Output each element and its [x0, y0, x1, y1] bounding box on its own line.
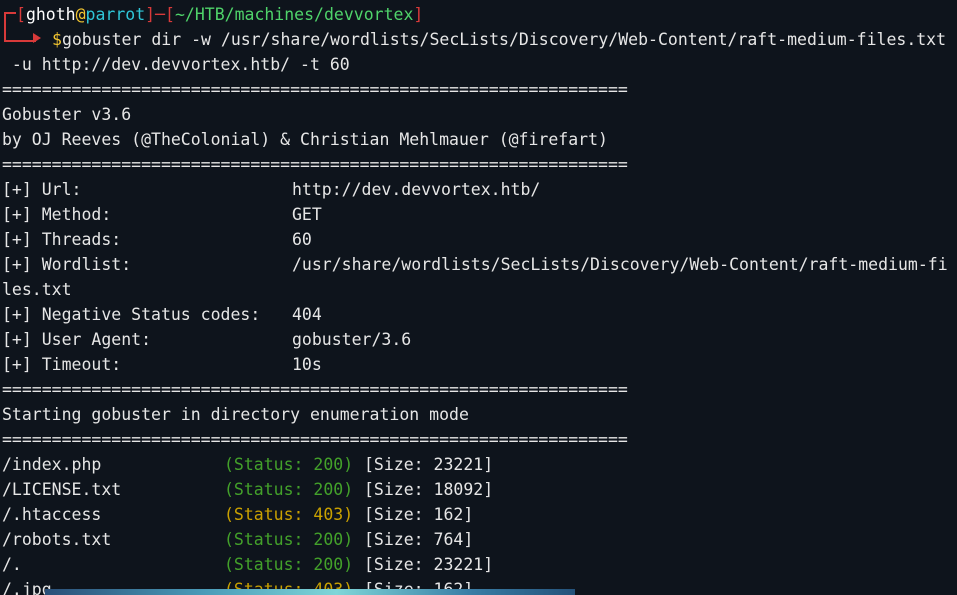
prompt-line: [ghoth@parrot]─[~/HTB/machines/devvortex…	[16, 2, 423, 27]
result-row: /.htaccess (Status: 403) [Size: 162]	[2, 502, 952, 527]
config-value: 60	[292, 230, 312, 249]
config-value: gobuster/3.6	[292, 330, 412, 349]
separator: ========================================…	[2, 380, 628, 399]
banner-authors: by OJ Reeves (@TheColonial) & Christian …	[2, 130, 608, 149]
desktop-taskbar-strip	[45, 589, 575, 595]
result-path: /index.php	[2, 455, 102, 474]
config-label: [+] Method:	[2, 205, 112, 224]
prompt-host: parrot	[85, 5, 146, 24]
result-path: /LICENSE.txt	[2, 480, 122, 499]
config-label: [+] Timeout:	[2, 355, 122, 374]
config-row: [+] Method: GET	[2, 202, 952, 227]
banner-title: Gobuster v3.6	[2, 105, 132, 124]
result-size: [Size: 23221]	[364, 555, 494, 574]
result-row: /index.php (Status: 200) [Size: 23221]	[2, 452, 952, 477]
result-row: /LICENSE.txt (Status: 200) [Size: 18092]	[2, 477, 952, 502]
config-label: [+] Threads:	[2, 230, 122, 249]
prompt-path-bracket-open: [	[165, 5, 175, 24]
command-text: gobuster dir -w /usr/share/wordlists/Sec…	[61, 30, 947, 49]
result-size: [Size: 162]	[364, 505, 474, 524]
command-line-continued: -u http://dev.devvortex.htb/ -t 60	[2, 55, 350, 74]
prompt-path-bracket-close: ]	[413, 5, 424, 24]
result-status: (Status: 200)	[224, 455, 354, 474]
result-row: /robots.txt (Status: 200) [Size: 764]	[2, 527, 952, 552]
prompt-dollar: $	[52, 30, 62, 49]
config-row: [+] Timeout: 10s	[2, 352, 952, 377]
config-value: 404	[292, 305, 322, 324]
result-status: (Status: 403)	[224, 505, 354, 524]
prompt-bracket-close: ]	[145, 5, 156, 24]
result-size: [Size: 764]	[364, 530, 474, 549]
config-row: [+] Wordlist: /usr/share/wordlists/SecLis…	[2, 252, 952, 277]
config-value: http://dev.devvortex.htb/	[292, 180, 541, 199]
config-label: [+] Negative Status codes:	[2, 305, 261, 324]
config-row: [+] Negative Status codes: 404	[2, 302, 952, 327]
separator: ========================================…	[2, 80, 628, 99]
start-message: Starting gobuster in directory enumerati…	[2, 405, 469, 424]
config-label: [+] Wordlist:	[2, 255, 132, 274]
prompt-at: @	[75, 5, 86, 24]
result-path: /.	[2, 555, 22, 574]
command-line: $gobuster dir -w /usr/share/wordlists/Se…	[52, 27, 946, 52]
result-size: [Size: 18092]	[364, 480, 494, 499]
config-row: [+] Url: http://dev.devvortex.htb/	[2, 177, 952, 202]
prompt-arrow-icon	[33, 33, 41, 43]
result-status: (Status: 200)	[224, 480, 354, 499]
result-row: /. (Status: 200) [Size: 23221]	[2, 552, 952, 577]
prompt-bracket-open: [	[16, 5, 26, 24]
prompt-corner-bottom	[4, 26, 36, 42]
config-row: [+] User Agent: gobuster/3.6	[2, 327, 952, 352]
config-row: [+] Threads: 60	[2, 227, 952, 252]
separator: ========================================…	[2, 430, 628, 449]
config-value-wrapped: les.txt	[2, 280, 72, 299]
result-size: [Size: 23221]	[364, 455, 494, 474]
result-status: (Status: 200)	[224, 555, 354, 574]
prompt-user: ghoth	[25, 5, 76, 24]
config-value: GET	[292, 205, 322, 224]
result-status: (Status: 200)	[224, 530, 354, 549]
terminal-window[interactable]: [ghoth@parrot]─[~/HTB/machines/devvortex…	[0, 0, 957, 595]
result-path: /.htaccess	[2, 505, 102, 524]
config-value: /usr/share/wordlists/SecLists/Discovery/…	[292, 255, 948, 274]
result-path: /robots.txt	[2, 530, 112, 549]
separator: ========================================…	[2, 155, 628, 174]
config-label: [+] Url:	[2, 180, 82, 199]
prompt-dash: ─	[155, 5, 166, 24]
prompt-path: ~/HTB/machines/devvortex	[174, 5, 414, 24]
config-value: 10s	[292, 355, 322, 374]
config-label: [+] User Agent:	[2, 330, 152, 349]
